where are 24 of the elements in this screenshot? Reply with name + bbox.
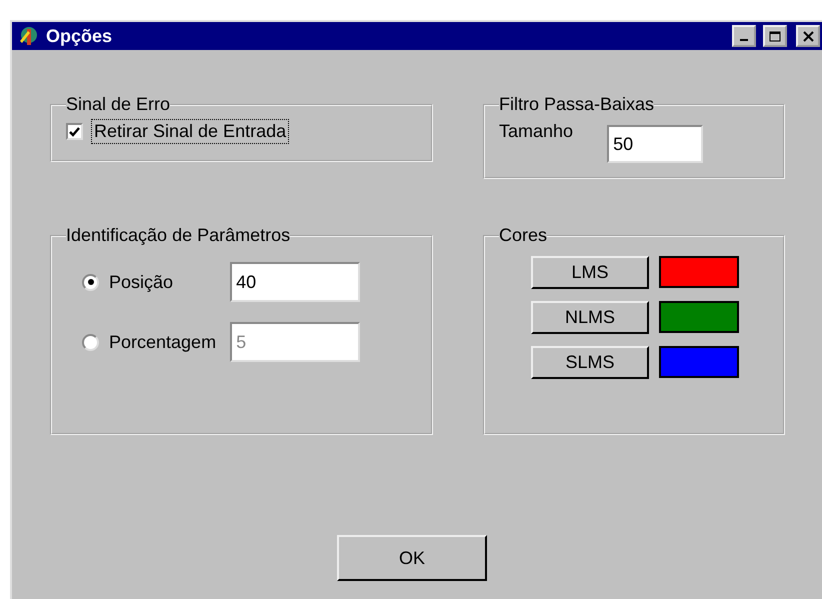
color-button[interactable]: LMS [531, 256, 649, 289]
minimize-button[interactable] [732, 25, 756, 47]
radio-label[interactable]: Posição [109, 272, 174, 292]
group-title: Filtro Passa-Baixas [499, 94, 654, 115]
group-title: Identificação de Parâmetros [66, 225, 290, 246]
window-title: Opções [46, 26, 114, 46]
maximize-button[interactable] [763, 25, 787, 47]
close-icon [802, 30, 814, 42]
checkbox-label[interactable]: Retirar Sinal de Entrada [91, 119, 290, 144]
group-title: Sinal de Erro [66, 94, 170, 115]
close-button[interactable] [796, 25, 820, 47]
group-title: Cores [499, 225, 548, 246]
color-button[interactable]: NLMS [531, 301, 649, 334]
minimize-icon [740, 39, 748, 41]
radio-button[interactable] [82, 274, 99, 290]
input-field[interactable]: 40 [230, 262, 360, 302]
ok-button[interactable]: OK [337, 535, 487, 581]
check-icon [69, 126, 80, 136]
field-label: Tamanho [499, 121, 574, 142]
maximize-icon [769, 30, 781, 42]
checkbox[interactable] [66, 123, 83, 140]
color-button[interactable]: SLMS [531, 346, 649, 379]
app-icon [18, 25, 40, 47]
input-field[interactable]: 50 [607, 125, 704, 163]
